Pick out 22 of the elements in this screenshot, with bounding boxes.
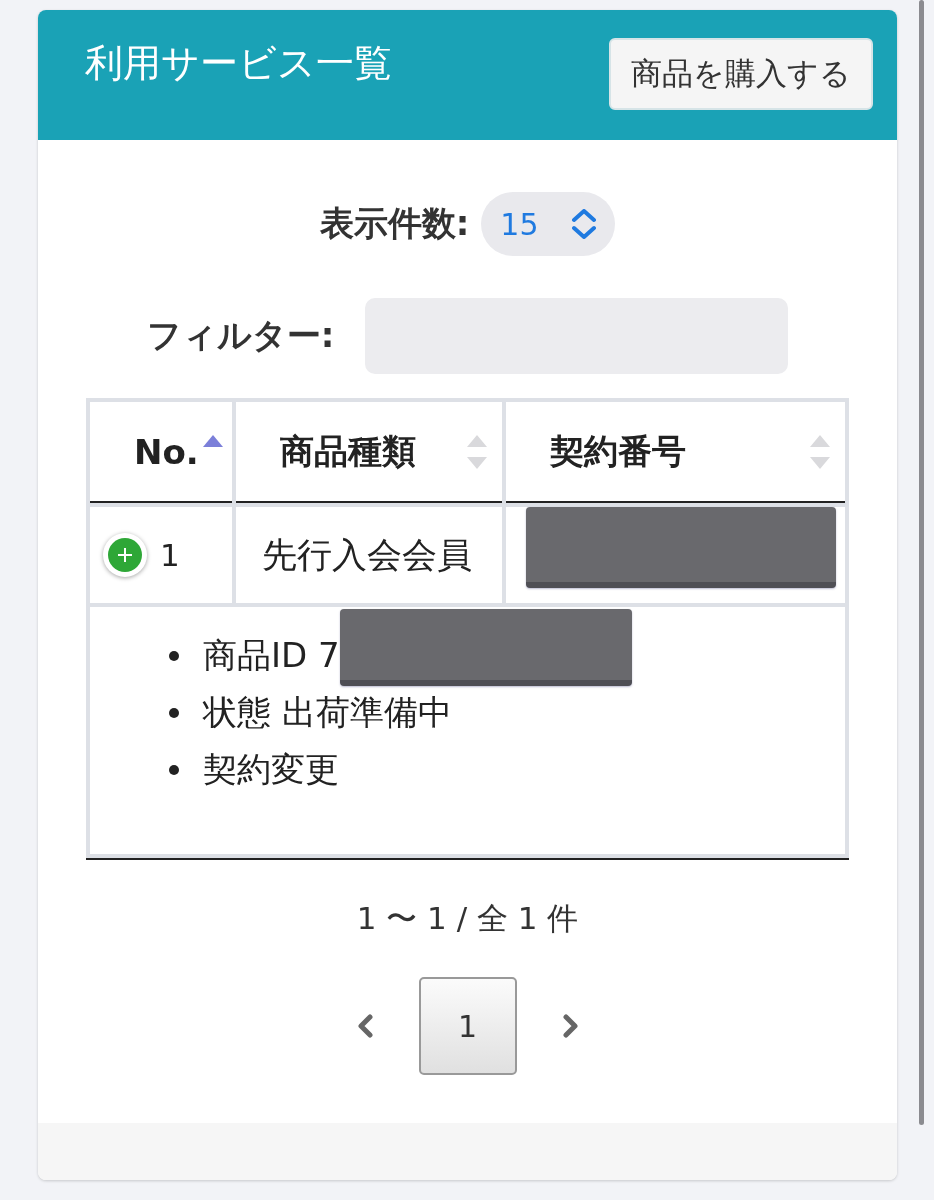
column-header[interactable]: 商品種類 xyxy=(236,402,502,503)
page-size-select[interactable]: 15 xyxy=(481,192,616,256)
column-header[interactable]: 契約番号 xyxy=(506,402,845,503)
row-number: 1 xyxy=(160,537,180,573)
pagination-summary: 1 〜 1 / 全 1 件 xyxy=(356,899,579,938)
card-title: 利用サービス一覧 xyxy=(85,41,392,87)
column-header[interactable]: No. xyxy=(90,402,232,503)
page-button[interactable]: 1 xyxy=(418,977,517,1075)
chevron-up-down-icon xyxy=(571,209,598,239)
bullet-icon xyxy=(169,650,179,661)
table-cell: 先行入会会員 xyxy=(236,507,502,603)
buy-product-button[interactable]: 商品を購入する xyxy=(609,38,873,110)
page-size-label: 表示件数: xyxy=(319,202,470,245)
chevron-left-icon[interactable] xyxy=(356,1014,373,1038)
bullet-icon xyxy=(169,764,179,775)
filter-label: フィルター: xyxy=(146,314,335,357)
detail-text: 契約変更 xyxy=(203,747,339,791)
chevron-right-icon[interactable] xyxy=(562,1014,579,1038)
detail-text: 状態 出荷準備中 xyxy=(203,690,452,734)
scrollbar-thumb[interactable] xyxy=(919,0,924,1125)
bullet-icon xyxy=(169,707,179,718)
detail-text: 商品ID 7 xyxy=(203,633,340,677)
